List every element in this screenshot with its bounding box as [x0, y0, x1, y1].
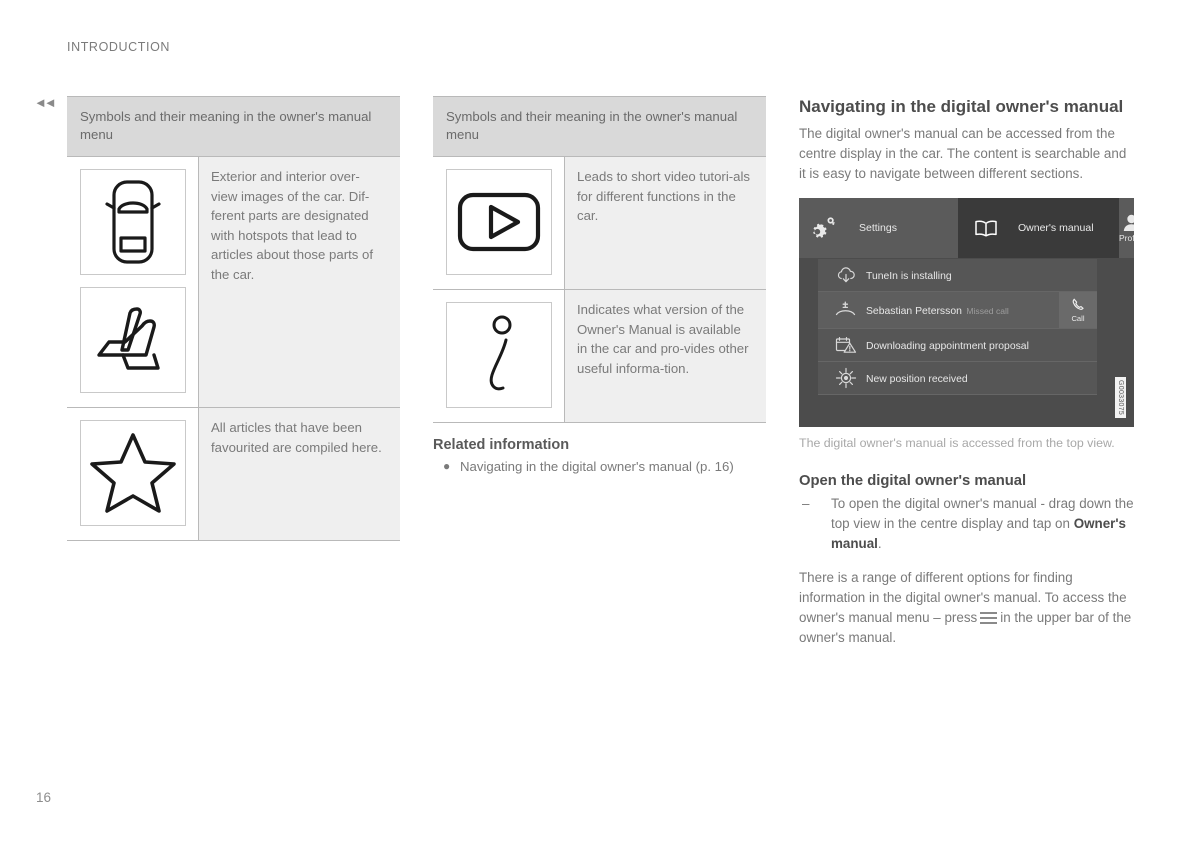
column-two: Symbols and their meaning in the owner's…	[433, 96, 766, 477]
person-icon	[1122, 214, 1134, 232]
double-left-arrow-icon: ◄◄	[34, 95, 57, 110]
open-book-icon	[974, 219, 998, 238]
related-information: Related information ● Navigating in the …	[433, 437, 766, 477]
related-link-label: Navigating in the digital owner's manual…	[460, 459, 734, 474]
column-three: Navigating in the digital owner's manual…	[799, 96, 1134, 648]
center-display-topbar: Settings Owner's manual Pro	[799, 198, 1134, 258]
list-item[interactable]: TuneIn is installing	[818, 259, 1097, 292]
phone-icon	[1072, 297, 1084, 313]
symbol-description: All articles that have been favourited a…	[198, 407, 400, 541]
calendar-warning-icon	[826, 336, 866, 354]
closing-paragraph: There is a range of different options fo…	[799, 568, 1134, 648]
symbols-table-two-header: Symbols and their meaning in the owner's…	[433, 96, 766, 157]
bullet-icon: ●	[443, 459, 451, 473]
list-item[interactable]: New position received	[818, 362, 1097, 395]
section-heading: Open the digital owner's manual	[799, 473, 1027, 489]
notification-title: Sebastian Petersson	[866, 306, 962, 317]
step-text-part3: .	[877, 536, 882, 551]
related-information-title: Related information	[433, 437, 570, 453]
notification-title: Downloading appointment proposal	[866, 341, 1029, 352]
dash-bullet: –	[802, 496, 810, 511]
information-i-icon	[445, 302, 552, 408]
table-row: Indicates what version of the Owner's Ma…	[433, 289, 766, 423]
symbol-description: Exterior and interior over-view images o…	[198, 156, 400, 408]
figure-caption: The digital owner's manual is accessed f…	[799, 436, 1115, 450]
list-item: – To open the digital owner's manual - d…	[799, 494, 1134, 554]
topbar-settings-button[interactable]: Settings	[799, 198, 958, 258]
notification-body: TuneIn is installing	[866, 266, 1097, 284]
symbol-cell	[67, 407, 199, 541]
page-title: Navigating in the digital owner's manual	[799, 97, 1124, 116]
topbar-owners-manual-button[interactable]: Owner's manual	[958, 198, 1119, 258]
figure-code: G0033075	[1115, 376, 1126, 418]
notification-body: Downloading appointment proposal	[866, 336, 1097, 354]
notification-title: New position received	[866, 374, 968, 385]
topbar-profile-label: Profile	[1119, 232, 1134, 243]
notification-subtitle: Missed call	[966, 306, 1009, 316]
table-row: Leads to short video tutori-als for diff…	[433, 156, 766, 290]
hamburger-menu-icon	[980, 612, 998, 624]
symbol-cell	[433, 156, 565, 290]
column-one: Symbols and their meaning in the owner's…	[67, 96, 400, 541]
notification-body: New position received	[866, 369, 1097, 387]
symbols-table-two: Symbols and their meaning in the owner's…	[433, 96, 766, 423]
car-top-view-icon	[79, 169, 186, 275]
intro-paragraph: The digital owner's manual can be access…	[799, 126, 1127, 181]
star-icon	[79, 420, 186, 526]
topbar-owners-manual-label: Owner's manual	[1018, 222, 1094, 234]
related-information-list: ● Navigating in the digital owner's manu…	[433, 457, 766, 477]
notification-title: TuneIn is installing	[866, 271, 952, 282]
running-head: INTRODUCTION	[67, 40, 171, 54]
symbols-table-one-header: Symbols and their meaning in the owner's…	[67, 96, 400, 157]
symbol-cell	[67, 156, 199, 408]
topbar-profile-button[interactable]: Profile	[1119, 198, 1134, 258]
list-item[interactable]: Sebastian Petersson Missed call Call	[818, 292, 1097, 329]
video-play-icon	[445, 169, 552, 275]
gears-icon	[813, 217, 837, 239]
call-button[interactable]: Call	[1059, 292, 1097, 328]
cloud-download-icon	[826, 266, 866, 284]
list-item[interactable]: Downloading appointment proposal	[818, 329, 1097, 362]
manual-page: INTRODUCTION ◄◄ 16 Symbols and their mea…	[0, 0, 1200, 845]
call-button-label: Call	[1071, 313, 1085, 323]
symbol-description: Leads to short video tutori-als for diff…	[564, 156, 766, 290]
page-number: 16	[36, 790, 52, 805]
table-row: Exterior and interior over-view images o…	[67, 156, 400, 408]
car-seat-icon	[79, 287, 186, 393]
list-item[interactable]: ● Navigating in the digital owner's manu…	[433, 457, 766, 477]
symbol-description: Indicates what version of the Owner's Ma…	[564, 289, 766, 423]
topbar-settings-label: Settings	[859, 222, 897, 234]
compass-position-icon	[826, 367, 866, 389]
symbols-table-one: Symbols and their meaning in the owner's…	[67, 96, 400, 541]
missed-call-icon	[826, 301, 866, 319]
table-row: All articles that have been favourited a…	[67, 407, 400, 541]
center-display-figure: Settings Owner's manual Pro TuneIn is in…	[799, 198, 1134, 427]
steps-list: – To open the digital owner's manual - d…	[799, 494, 1134, 554]
notification-body: Sebastian Petersson Missed call	[866, 301, 1059, 319]
symbol-cell	[433, 289, 565, 423]
notification-panel: TuneIn is installing Sebastian Petersson…	[818, 259, 1097, 395]
